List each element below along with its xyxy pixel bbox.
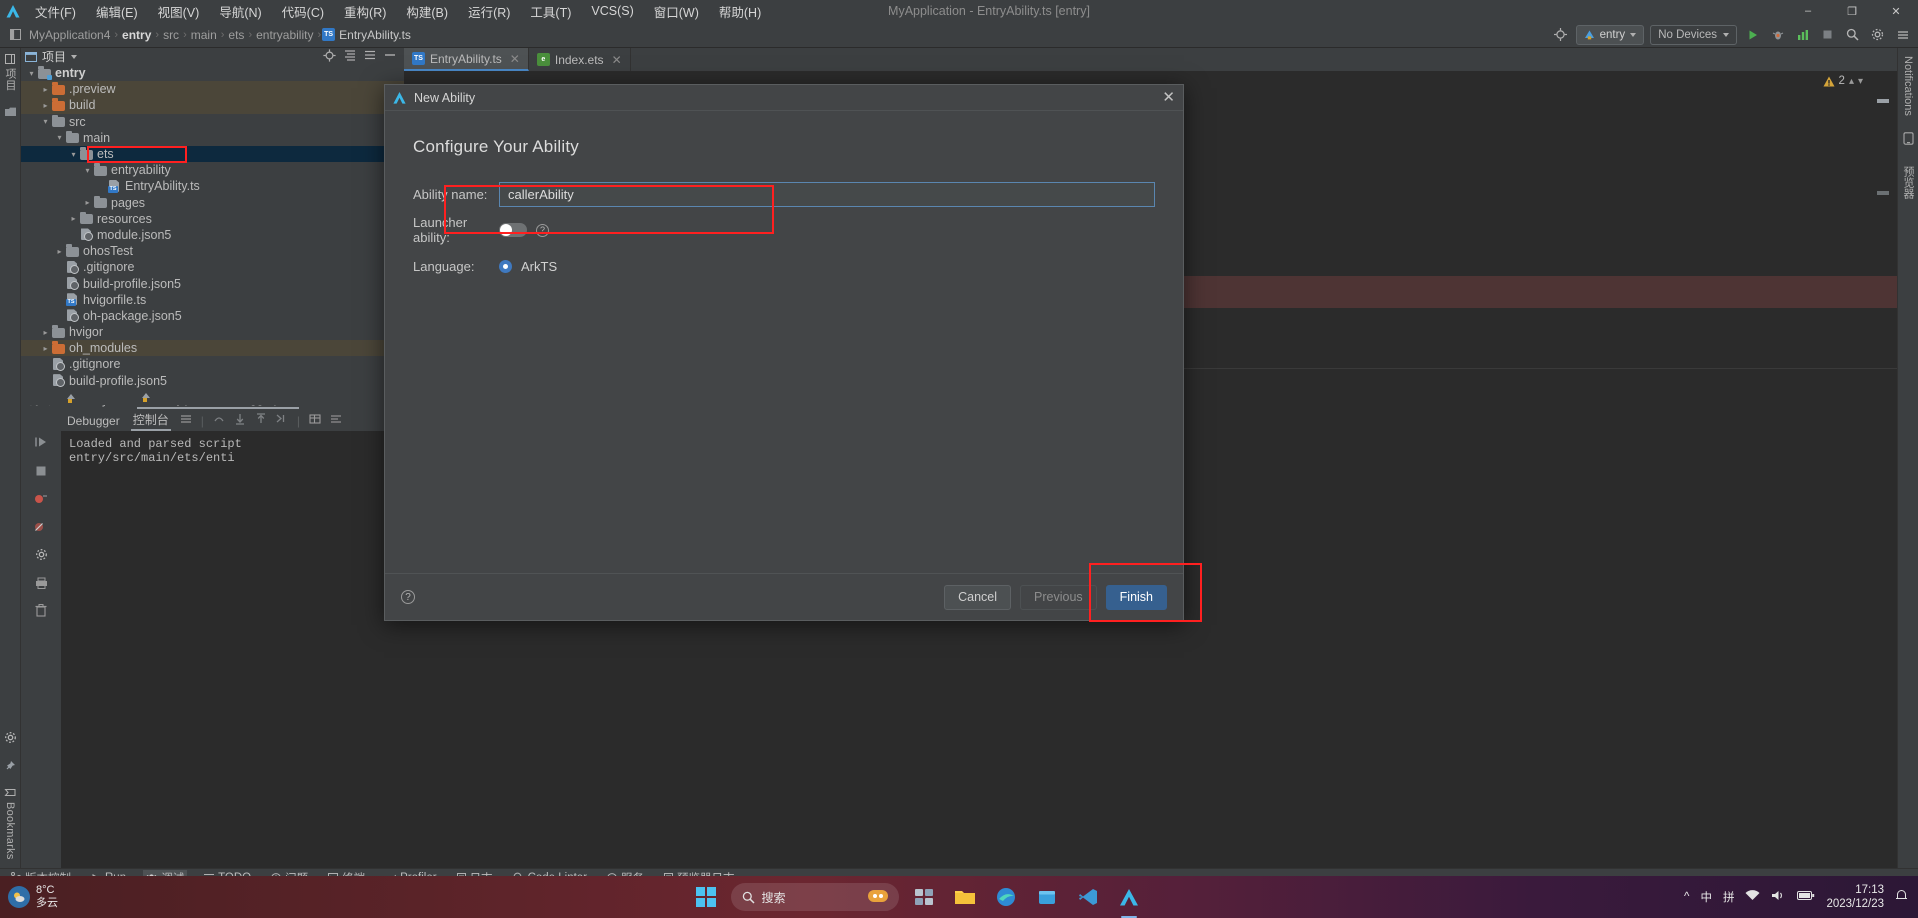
taskbar-search-label: 搜索	[761, 890, 786, 905]
language-label: Language:	[413, 258, 475, 274]
network-icon[interactable]	[1745, 889, 1760, 905]
copilot-icon[interactable]	[867, 889, 888, 906]
taskbar-clock[interactable]: 17:13 2023/12/23	[1826, 883, 1884, 912]
help-icon[interactable]: ?	[536, 223, 549, 237]
new-ability-dialog: New Ability ✕ Configure Your Ability Abi…	[384, 84, 1184, 621]
taskbar-search[interactable]: 搜索	[730, 883, 899, 911]
taskbar-store[interactable]	[1031, 881, 1063, 913]
taskbar-vscode[interactable]	[1072, 881, 1104, 913]
start-button[interactable]	[690, 881, 722, 913]
language-radio-arkts[interactable]	[499, 259, 512, 273]
cancel-button[interactable]: Cancel	[944, 584, 1012, 610]
windows-taskbar: 8°C 多云 搜索 ^ 中 拼 17:13 2023/12/23	[0, 876, 1918, 918]
ability-name-row: Ability name: callerAbility	[413, 179, 1155, 209]
taskbar-tray: ^ 中 拼 17:13 2023/12/23	[1684, 883, 1918, 912]
dialog-title-bar: New Ability ✕	[385, 85, 1183, 111]
weather-desc: 多云	[36, 897, 58, 909]
search-icon	[742, 891, 755, 904]
dialog-title: New Ability	[414, 90, 476, 105]
weather-icon	[8, 886, 30, 908]
taskbar-apps: 搜索	[690, 881, 1145, 913]
dialog-help-icon[interactable]: ?	[401, 590, 415, 604]
ability-name-input[interactable]: callerAbility	[499, 181, 1155, 207]
minimize-button[interactable]: –	[1786, 0, 1830, 22]
ability-name-label: Ability name:	[413, 186, 488, 202]
tray-expand-icon[interactable]: ^	[1684, 891, 1689, 903]
deveco-logo-icon	[393, 91, 406, 104]
dialog-footer: ? Cancel Previous Finish	[385, 573, 1183, 620]
dialog-close-button[interactable]: ✕	[1162, 90, 1175, 105]
clock-time: 17:13	[1855, 883, 1884, 896]
finish-button[interactable]: Finish	[1105, 584, 1167, 610]
launcher-ability-toggle[interactable]	[499, 223, 527, 237]
taskbar-edge[interactable]	[990, 881, 1022, 913]
notification-center-icon[interactable]	[1895, 889, 1908, 905]
dialog-actions: Cancel Previous Finish	[944, 584, 1167, 610]
dialog-body: Configure Your Ability Ability name: cal…	[385, 111, 1183, 573]
taskbar-explorer[interactable]	[949, 881, 981, 913]
launcher-ability-label: Launcher ability:	[413, 215, 468, 245]
battery-icon[interactable]	[1797, 890, 1815, 904]
window-controls[interactable]: – ❐ ✕	[1786, 0, 1918, 22]
previous-button[interactable]: Previous	[1020, 584, 1097, 610]
weather-text: 8°C 多云	[36, 884, 58, 910]
application-window: 文件(F) 编辑(E) 视图(V) 导航(N) 代码(C) 重构(R) 构建(B…	[0, 0, 1918, 918]
taskbar-weather[interactable]: 8°C 多云	[0, 884, 150, 910]
volume-icon[interactable]	[1771, 889, 1786, 905]
launcher-ability-row: Launcher ability: ?	[413, 215, 1155, 245]
clock-date: 2023/12/23	[1826, 898, 1884, 910]
language-row: Language: ArkTS	[413, 251, 1155, 281]
taskbar-devecostudio[interactable]	[1113, 881, 1145, 913]
dialog-heading: Configure Your Ability	[413, 137, 580, 156]
maximize-button[interactable]: ❐	[1830, 0, 1874, 22]
weather-temp: 8°C	[36, 883, 55, 896]
close-button[interactable]: ✕	[1874, 0, 1918, 22]
dialog-overlay: New Ability ✕ Configure Your Ability Abi…	[0, 0, 1918, 918]
language-value: ArkTS	[521, 258, 558, 274]
ime-mode[interactable]: 拼	[1723, 889, 1735, 905]
ime-lang[interactable]: 中	[1700, 889, 1712, 905]
taskbar-widgets[interactable]	[908, 881, 940, 913]
